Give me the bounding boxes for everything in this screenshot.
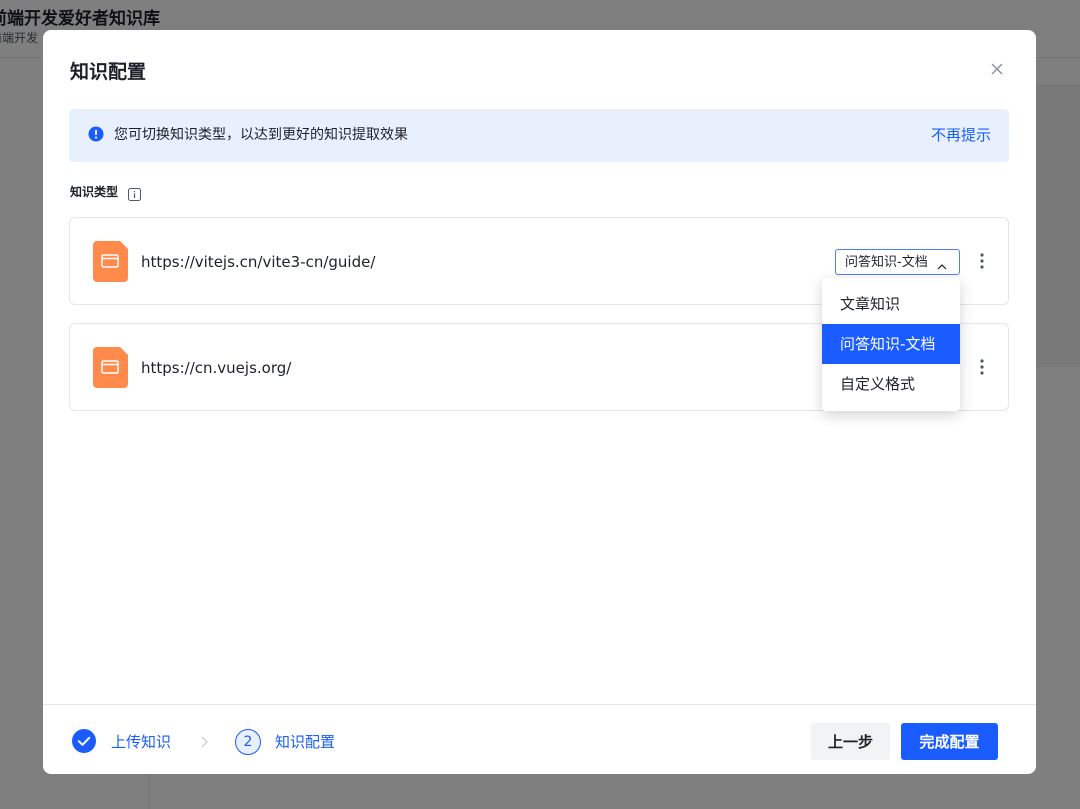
knowledge-type-value: 问答知识-文档 [845, 255, 928, 270]
exclamation-circle-icon [88, 126, 104, 142]
finish-config-button[interactable]: 完成配置 [901, 723, 998, 760]
step-number: 2 [235, 729, 261, 755]
more-icon[interactable] [976, 357, 988, 377]
close-icon[interactable] [987, 59, 1007, 79]
dismiss-tip-link[interactable]: 不再提示 [931, 125, 991, 145]
knowledge-url: https://vitejs.cn/vite3-cn/guide/ [141, 253, 376, 271]
check-circle-icon [72, 729, 96, 753]
chevron-up-icon [936, 257, 948, 270]
knowledge-type-label: 知识类型 [70, 185, 119, 199]
knowledge-config-modal: 知识配置 您可切换知识类型，以达到更好的知识提取效果 不再提示 知识类型 htt… [43, 30, 1036, 774]
chevron-right-icon [199, 734, 209, 748]
alert-text: 您可切换知识类型，以达到更好的知识提取效果 [114, 127, 408, 143]
dropdown-option-article[interactable]: 文章知识 [822, 284, 960, 324]
knowledge-url: https://cn.vuejs.org/ [141, 359, 292, 377]
footer-divider [43, 704, 1036, 705]
tip-alert: 您可切换知识类型，以达到更好的知识提取效果 不再提示 [69, 109, 1009, 162]
dropdown-option-custom[interactable]: 自定义格式 [822, 364, 960, 404]
knowledge-type-dropdown: 文章知识 问答知识-文档 自定义格式 [822, 278, 960, 411]
prev-step-button[interactable]: 上一步 [811, 723, 890, 760]
info-icon[interactable] [128, 186, 141, 201]
step-config-label: 知识配置 [275, 733, 336, 751]
step-upload-label: 上传知识 [111, 733, 172, 751]
web-file-icon [93, 241, 128, 282]
modal-title: 知识配置 [70, 61, 147, 83]
web-file-icon [93, 347, 128, 388]
more-icon[interactable] [976, 251, 988, 271]
knowledge-type-select[interactable]: 问答知识-文档 [835, 249, 960, 275]
dropdown-option-qa-doc[interactable]: 问答知识-文档 [822, 324, 960, 364]
